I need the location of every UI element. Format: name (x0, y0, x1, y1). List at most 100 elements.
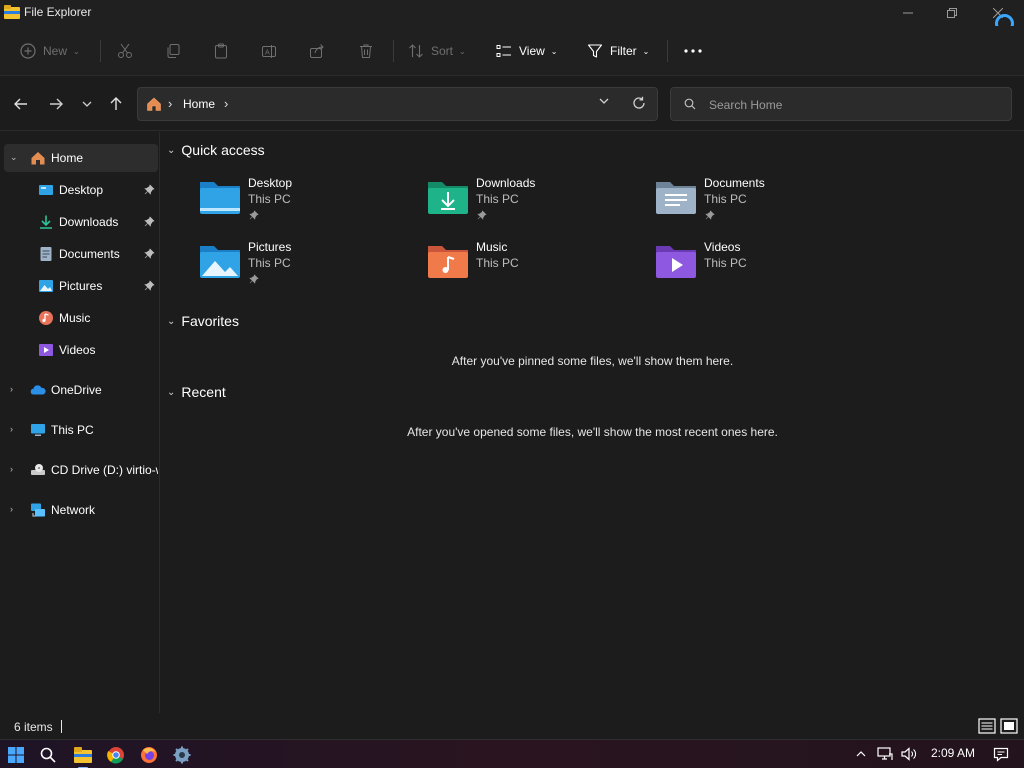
chevron-down-icon[interactable]: ⌄ (10, 152, 18, 163)
sidebar-item-label: Documents (59, 247, 120, 261)
quick-access-tile-downloads[interactable]: Downloads This PC (426, 176, 626, 232)
restore-button[interactable] (932, 2, 972, 24)
breadcrumb-home[interactable]: Home (183, 97, 215, 111)
chevron-right-icon[interactable]: › (10, 464, 13, 474)
favorites-header[interactable]: ⌄ Favorites (167, 313, 239, 329)
sidebar-item-network[interactable]: › Network (4, 496, 158, 524)
sidebar-item-label: OneDrive (51, 383, 102, 397)
start-icon (8, 747, 24, 763)
search-box[interactable] (670, 87, 1012, 121)
taskbar-settings[interactable] (171, 744, 193, 766)
cut-button[interactable] (117, 38, 133, 64)
sidebar-item-this-pc[interactable]: › This PC (4, 416, 158, 444)
search-icon (40, 747, 56, 763)
videos-folder-icon (656, 246, 696, 278)
new-plus-icon (20, 43, 36, 59)
quick-access-header[interactable]: ⌄ Quick access (167, 142, 265, 158)
notifications-button[interactable] (992, 745, 1010, 763)
quick-access-tile-videos[interactable]: Videos This PC (654, 240, 854, 296)
chevron-down-icon: ⌄ (642, 46, 650, 56)
copy-button[interactable] (165, 38, 181, 64)
new-button[interactable]: New ⌄ (20, 38, 80, 64)
sidebar-item-downloads[interactable]: Downloads (4, 208, 158, 236)
window-title: File Explorer (24, 5, 92, 19)
quick-access-tile-pictures[interactable]: Pictures This PC (198, 240, 398, 296)
more-options-button[interactable] (683, 38, 703, 64)
navigation-pane: ⌄ Home Desktop Downloads Documents Pictu… (0, 132, 160, 713)
notification-icon (993, 747, 1009, 762)
rename-button[interactable]: A (261, 38, 277, 64)
address-row: › Home › (0, 77, 1024, 131)
view-label: View (519, 44, 545, 58)
taskbar-chrome[interactable] (105, 744, 127, 766)
sidebar-item-desktop[interactable]: Desktop (4, 176, 158, 204)
sidebar-item-pictures[interactable]: Pictures (4, 272, 158, 300)
volume-button[interactable] (900, 745, 918, 763)
pin-icon (705, 210, 715, 220)
taskbar-clock[interactable]: 2:09 AM (931, 746, 975, 760)
up-button[interactable] (103, 91, 129, 117)
delete-button[interactable] (358, 38, 374, 64)
recent-locations-button[interactable] (74, 91, 100, 117)
section-title: Favorites (181, 313, 239, 329)
tile-location: This PC (704, 192, 747, 206)
documents-icon (40, 247, 52, 261)
arrow-left-icon (14, 98, 27, 110)
start-button[interactable] (5, 744, 27, 766)
taskbar-search-button[interactable] (37, 744, 59, 766)
taskbar-firefox[interactable] (138, 744, 160, 766)
tile-location: This PC (248, 192, 291, 206)
filter-button[interactable]: Filter ⌄ (587, 38, 649, 64)
sidebar-item-label: Pictures (59, 279, 103, 293)
recent-header[interactable]: ⌄ Recent (167, 384, 226, 400)
sidebar-item-home[interactable]: ⌄ Home (4, 144, 158, 172)
sidebar-item-onedrive[interactable]: › OneDrive (4, 376, 158, 404)
details-view-icon[interactable] (978, 717, 996, 735)
pin-icon (477, 210, 487, 220)
view-button[interactable]: View ⌄ (496, 38, 558, 64)
chevron-up-icon (856, 751, 866, 757)
onedrive-icon (30, 385, 46, 395)
sidebar-item-videos[interactable]: Videos (4, 336, 158, 364)
quick-access-tile-documents[interactable]: Documents This PC (654, 176, 854, 232)
sidebar-item-documents[interactable]: Documents (4, 240, 158, 268)
filter-icon (587, 44, 603, 58)
back-button[interactable] (8, 91, 34, 117)
share-button[interactable] (309, 38, 325, 64)
cd-drive-icon (31, 464, 45, 475)
forward-button[interactable] (43, 91, 69, 117)
chevron-right-icon[interactable]: › (10, 384, 13, 394)
address-history-chevron-icon[interactable] (599, 98, 609, 104)
show-hidden-icons-button[interactable] (852, 745, 870, 763)
chevron-down-icon: ⌄ (73, 46, 80, 56)
large-icons-view-icon[interactable] (1000, 717, 1018, 735)
sidebar-item-label: Network (51, 503, 96, 517)
paste-button[interactable] (213, 38, 229, 64)
quick-access-tile-music[interactable]: Music This PC (426, 240, 626, 296)
sidebar-item-label: Downloads (59, 215, 119, 229)
file-explorer-icon (74, 747, 92, 763)
minimize-button[interactable] (888, 2, 928, 24)
search-input[interactable] (709, 96, 999, 114)
chevron-right-icon[interactable]: › (10, 504, 13, 514)
sidebar-item-label: Music (59, 311, 91, 325)
quick-access-tile-desktop[interactable]: Desktop This PC (198, 176, 398, 232)
share-icon (310, 44, 324, 58)
breadcrumb-chevron-icon[interactable]: › (224, 96, 228, 111)
status-divider (61, 720, 62, 733)
refresh-icon[interactable] (632, 96, 646, 110)
tile-location: This PC (476, 192, 519, 206)
sort-label: Sort (431, 44, 454, 58)
address-bar[interactable]: › Home › (137, 87, 658, 121)
chevron-down-icon (82, 101, 92, 107)
sidebar-item-cd-drive[interactable]: › CD Drive (D:) virtio-w (4, 456, 158, 484)
taskbar-file-explorer[interactable] (72, 744, 94, 768)
sidebar-item-music[interactable]: Music (4, 304, 158, 332)
settings-icon (173, 746, 191, 764)
home-icon (31, 152, 45, 165)
sort-button[interactable]: Sort ⌄ (408, 38, 466, 64)
rename-icon: A (262, 45, 276, 58)
network-status-button[interactable] (876, 745, 894, 763)
chevron-right-icon[interactable]: › (10, 424, 13, 434)
pin-icon (144, 280, 155, 291)
